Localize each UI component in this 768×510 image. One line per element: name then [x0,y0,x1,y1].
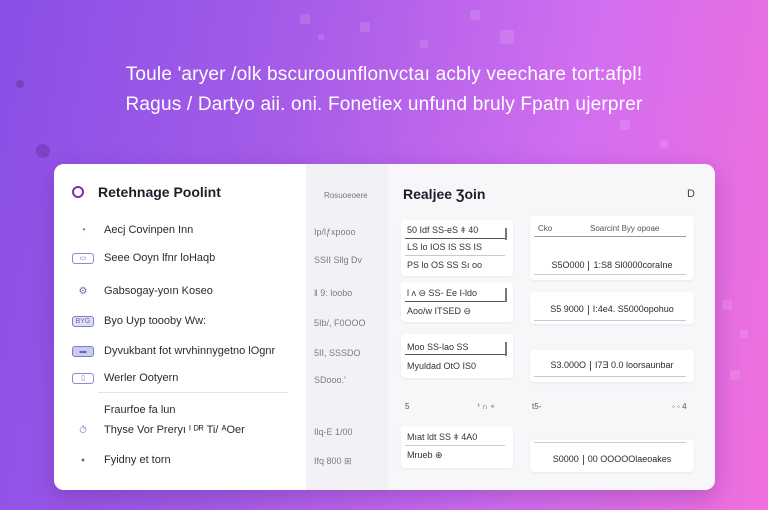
sidebar-item-2[interactable]: ▭ Seee Ooyn lfnr loHaqb [72,252,215,264]
sidebar-item-label: Fyidny et torn [104,454,171,466]
left-panel-3[interactable]: Moo SS-lao SS Myuldad OtO IS0 [401,334,513,378]
right-marker-a: t5- [532,402,542,411]
sidebar-divider [98,392,288,393]
cloud-icon: ◔ [79,224,87,236]
value-cell: Ifq 800 ⊞ [314,456,352,466]
value-cell: SSII Sllg Dv [314,255,363,265]
sidebar-section-item-1[interactable]: ⏱ Thyse Vor Preryı ᴵ ᴰᴿ Ti/ ᴬOer [72,424,245,436]
panel-line: 50 Idf SS-eS ǂ 40 [407,225,479,235]
value-cell: Ip/lƒxpooo [314,227,356,237]
app-window: Retehnage Poolint ◔ Aecj Covinpen Inn ▭ … [54,164,715,490]
sidebar-item-3[interactable]: ⚙ Gabsogay-yoın Koseo [72,285,213,297]
sidebar-item-4[interactable]: BYG Byo Uyp toooby Ww: [72,315,206,327]
value-cell: 5II, SSSDO [314,348,361,358]
right-marker-b: ◦ ◦ 4 [672,402,687,411]
sidebar-item-6[interactable]: ▯ Werler Ootyern [72,372,178,384]
sidebar-item-label: Seee Ooyn lfnr loHaqb [104,252,216,264]
right-panel-row: S5O000 1:S8 Sl0000coraIne [551,260,673,271]
column-separator [589,360,591,371]
right-panel-4[interactable]: S0000 00 OOOOOlaeoakes [530,440,694,472]
sidebar-item-5[interactable]: ▬ Dyvukbant fot wrvhinnygetno lOgnr [72,345,275,357]
headline-line-2: Ragus / Dartyo aii. oni. Fonetiex unfund… [125,94,643,115]
panel-rule [405,301,505,302]
panel-rule [534,236,686,237]
right-panel-3[interactable]: S3.000O I7Ǝ 0.0 loorsaunbar [530,350,694,382]
sidebar-section-item-2[interactable]: ● Fyidny et torn [72,454,171,466]
panel-line: l ʌ ⊖ SS- Ee I-ldo [407,288,478,298]
value-column: Rosuoeoere Ip/lƒxpooo SSII Sllg Dv ‖ 9: … [306,164,388,490]
left-panel-4[interactable]: Mıat ldt SS ǂ 4A0 Mrueb ⊕ [401,426,513,468]
panel-line: Mrueb ⊕ [407,450,443,460]
panel-rule [534,320,686,321]
panel-rule [534,442,686,443]
right-panel-1[interactable]: Cko Soarcint Byy opoae S5O000 1:S8 Sl0000… [530,216,694,280]
left-marker-b: ᵗ ∩ ∘ [478,402,495,411]
gear-icon: ⚙ [78,285,88,297]
panel-line: Mıat ldt SS ǂ 4A0 [407,432,478,442]
sidebar-item-label: Aecj Covinpen Inn [104,224,194,236]
main-title: Realjee Ʒoin [403,186,486,202]
right-panel-row: S3.000O I7Ǝ 0.0 loorsaunbar [550,360,674,371]
sidebar-item-label: Dyvukbant fot wrvhinnygetno lOgnr [104,345,276,357]
badge-icon: BYG [72,315,94,327]
panel-line: Aoo/w ITSED ⊖ [407,306,472,316]
column-separator [588,260,590,271]
right-panel-2[interactable]: S5 9000 I:4e4. S5000opohuo [530,292,694,324]
panel-line: Myuldad OtO IS0 [407,361,477,371]
right-panel-header-left: Cko [538,224,553,233]
left-panel-1[interactable]: 50 Idf SS-eS ǂ 40 LS lo IOS IS SS IS PS … [401,220,513,276]
right-panel-row: S5 9000 I:4e4. S5000opohuo [550,304,674,315]
tag-icon: ▭ [72,252,94,264]
headline-line-1: Toule 'aryer /olk bscuroounflonvctaı acb… [125,64,643,85]
panel-toggle-button[interactable]: D [687,188,695,200]
sidebar-item-label: Gabsogay-yoın Koseo [104,285,213,297]
value-cell: 5Ib/, F0OOO [314,318,366,328]
timer-icon: ⏱ [79,424,87,436]
left-panel-2[interactable]: l ʌ ⊖ SS- Ee I-ldo Aoo/w ITSED ⊖ [401,282,513,322]
sidebar-item-1[interactable]: ◔ Aecj Covinpen Inn [72,224,193,236]
sidebar-title: Retehnage Poolint [98,184,221,200]
panel-rule [405,445,505,446]
value-cell: SDooo.' [314,375,346,385]
sidebar-item-label: Byo Uyp toooby Ww: [104,315,207,327]
window-icon: ▯ [72,372,94,384]
value-cell: ‖ 9: loobo [314,288,353,298]
column-separator [582,454,584,465]
value-cell: Ilq-E 1/00 [314,427,353,437]
panel-rule [405,354,505,355]
circle-icon: ● [80,456,86,464]
hero-headline: Toule 'aryer /olk bscuroounflonvctaı acb… [0,60,768,120]
right-panel-row: S0000 00 OOOOOlaeoakes [552,454,672,465]
panel-rule [534,274,686,275]
sidebar: Retehnage Poolint ◔ Aecj Covinpen Inn ▭ … [54,164,306,490]
panel-line: LS lo IOS IS SS IS [407,242,483,252]
sidebar-item-label: Thyse Vor Preryı ᴵ ᴰᴿ Ti/ ᴬOer [104,424,245,436]
panel-line: Moo SS-lao SS [407,342,469,352]
right-panel-header-right: Soarcint Byy opoae [590,224,660,233]
left-marker-a: 5 [405,402,410,411]
panel-rule [534,376,686,377]
panel-rule [405,238,505,239]
scrollbar[interactable] [505,228,507,240]
value-column-header: Rosuoeoere [324,191,368,200]
panel-rule [405,255,505,256]
logo-icon [72,186,84,198]
panel-line: PS lo OS SS Sı oo [407,260,483,270]
scrollbar[interactable] [505,288,507,302]
column-separator [587,304,589,315]
sidebar-item-label: Werler Ootyern [104,372,179,384]
scrollbar[interactable] [505,342,507,356]
badge-dark-icon: ▬ [72,345,94,357]
sidebar-section-label: Fraurfoe fa lun [104,404,176,416]
sidebar-header: Retehnage Poolint [72,184,221,200]
